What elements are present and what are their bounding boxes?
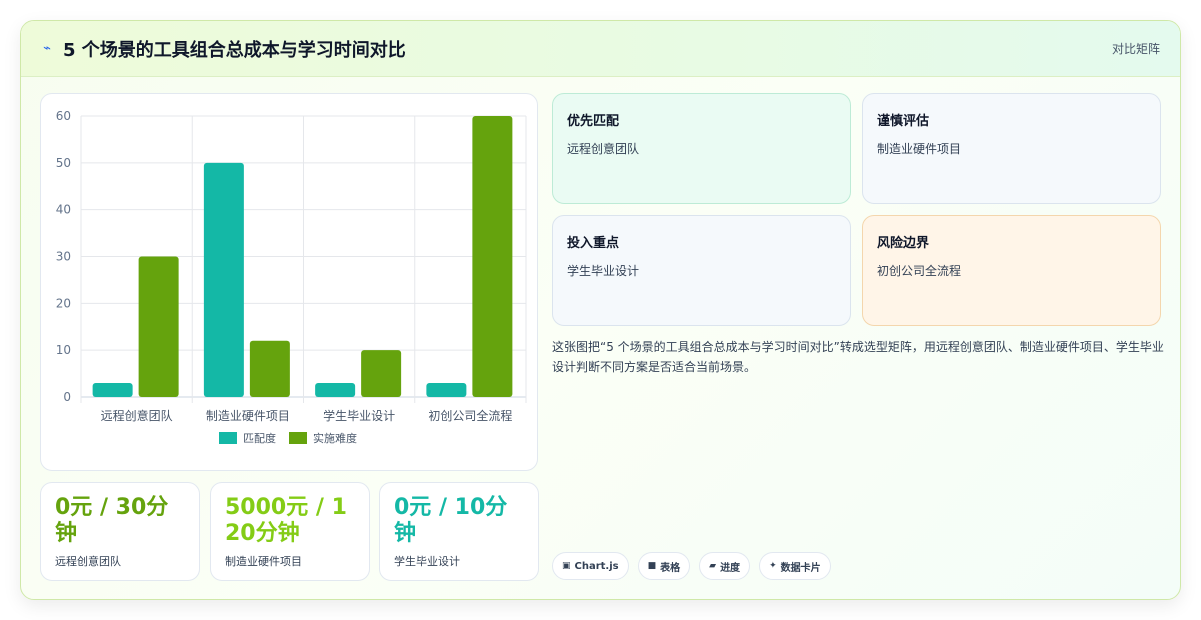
chart-description: 这张图把“5 个场景的工具组合总成本与学习时间对比”转成选型矩阵，用远程创意团队…: [552, 340, 1164, 374]
legend-label: 匹配度: [243, 431, 276, 445]
tile-priority-match[interactable]: 优先匹配 远程创意团队: [552, 93, 851, 204]
legend-label: 实施难度: [313, 431, 357, 445]
stat-value: 0元 / 30分钟: [55, 495, 169, 546]
tile-text: 学生毕业设计: [567, 264, 640, 278]
tag-label: 进度: [720, 562, 741, 574]
bar-match: [315, 382, 356, 397]
y-tick-label: 10: [56, 343, 71, 357]
tile-title: 优先匹配: [567, 114, 620, 129]
tile-text: 远程创意团队: [567, 142, 640, 156]
tile-investment-focus[interactable]: 投入重点 学生毕业设计: [552, 215, 851, 326]
tile-title: 风险边界: [877, 236, 930, 251]
bar-difficulty: [361, 350, 402, 397]
table-icon: ■: [647, 561, 657, 571]
x-tick-label: 学生毕业设计: [323, 408, 395, 423]
dashboard-card: ⌁ 5 个场景的工具组合总成本与学习时间对比 对比矩阵 0 10 20 30 40 50 6…: [20, 20, 1181, 600]
x-tick-label: 初创公司全流程: [428, 408, 512, 423]
bar-match: [92, 382, 133, 397]
stat-label: 学生毕业设计: [394, 555, 460, 568]
tile-title: 谨慎评估: [877, 114, 930, 129]
lightning-icon: ⌁: [43, 41, 51, 56]
y-tick-label: 0: [63, 390, 71, 404]
page-title: 5 个场景的工具组合总成本与学习时间对比: [63, 39, 406, 61]
tile-risk-boundary[interactable]: 风险边界 初创公司全流程: [862, 215, 1161, 326]
chart-icon: ▣: [562, 561, 571, 571]
progress-icon: ▰: [709, 561, 717, 571]
bar-chart-panel: 0 10 20 30 40 50 60 远程创意团队 制造业硬件项目 学生毕业设计 初创公司全流程匹…: [40, 93, 538, 471]
tile-title: 投入重点: [567, 236, 620, 251]
x-tick-label: 制造业硬件项目: [206, 409, 290, 423]
y-tick-label: 20: [56, 296, 71, 310]
bar-chart: 0 10 20 30 40 50 60 远程创意团队 制造业硬件项目 学生毕业设计 初创公司全流程匹…: [56, 109, 527, 445]
bar-difficulty: [472, 116, 513, 397]
tile-careful-evaluation[interactable]: 谨慎评估 制造业硬件项目: [862, 93, 1161, 204]
bar-match: [426, 382, 467, 397]
y-tick-label: 60: [56, 109, 71, 123]
card-header: ⌁ 5 个场景的工具组合总成本与学习时间对比 对比矩阵: [21, 21, 1180, 77]
tag-label: 表格: [660, 562, 681, 574]
x-tick-label: 远程创意团队: [101, 408, 173, 423]
tag-label: Chart.js: [574, 560, 619, 572]
comparison-matrix-label: 对比矩阵: [1111, 42, 1160, 56]
tag-progress[interactable]: ▰ 进度: [699, 552, 751, 580]
stat-value: 5000元 / 120分钟: [225, 495, 347, 546]
bar-match: [203, 162, 244, 397]
tag-table[interactable]: ■ 表格: [637, 552, 691, 580]
legend-swatch: [289, 432, 307, 444]
sparkle-icon: ✦: [769, 561, 777, 571]
y-tick-label: 40: [56, 203, 71, 217]
stat-label: 制造业硬件项目: [225, 555, 302, 568]
y-tick-label: 50: [56, 156, 71, 170]
bar-difficulty: [138, 256, 179, 397]
tile-text: 制造业硬件项目: [877, 142, 962, 156]
stat-value: 0元 / 10分钟: [394, 495, 508, 546]
tag-data-cards[interactable]: ✦ 数据卡片: [759, 552, 831, 580]
tile-text: 初创公司全流程: [877, 264, 962, 278]
stat-card-remote-team: 0元 / 30分钟 远程创意团队: [40, 482, 200, 581]
stat-card-student-project: 0元 / 10分钟 学生毕业设计: [379, 482, 539, 581]
stat-label: 远程创意团队: [55, 555, 121, 568]
stat-card-hardware-project: 5000元 / 120分钟 制造业硬件项目: [210, 482, 370, 581]
y-tick-label: 30: [56, 250, 71, 264]
bar-difficulty: [249, 340, 290, 397]
feature-tags: ▣ Chart.js ■ 表格 ▰ 进度 ✦ 数据卡片: [552, 552, 831, 580]
tag-chartjs[interactable]: ▣ Chart.js: [552, 552, 629, 580]
title-wrap: ⌁ 5 个场景的工具组合总成本与学习时间对比: [41, 36, 406, 62]
legend-swatch: [219, 432, 237, 444]
tag-label: 数据卡片: [780, 562, 821, 574]
